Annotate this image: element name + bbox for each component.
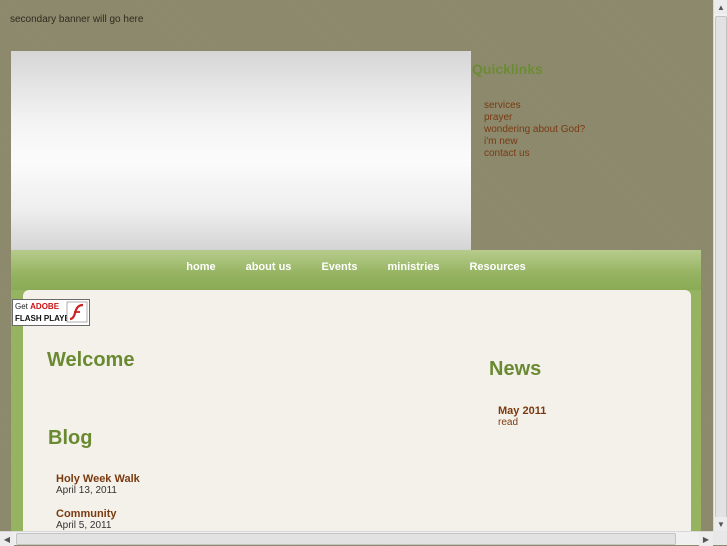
quicklink-contact-us[interactable]: contact us [484, 148, 585, 160]
quicklinks-list: services prayer wondering about God? i'm… [484, 100, 585, 160]
quicklink-im-new[interactable]: i'm new [484, 136, 585, 148]
news-read-link[interactable]: read [498, 417, 546, 429]
nav-events[interactable]: Events [321, 261, 357, 290]
horizontal-scroll-thumb[interactable] [16, 533, 676, 545]
nav-home[interactable]: home [186, 261, 215, 290]
news-item-title[interactable]: May 2011 [498, 405, 546, 417]
hero-banner-image [11, 51, 471, 250]
horizontal-scrollbar[interactable]: ◀ ▶ [0, 531, 713, 546]
flash-adobe-word: ADOBE [30, 302, 60, 311]
main-nav: home about us Events ministries Resource… [11, 250, 701, 290]
blog-post: Community April 5, 2011 [56, 508, 117, 531]
scroll-right-icon[interactable]: ▶ [699, 532, 713, 546]
quicklink-wondering-about-god[interactable]: wondering about God? [484, 124, 585, 136]
nav-about-us[interactable]: about us [246, 261, 292, 290]
nav-ministries[interactable]: ministries [388, 261, 440, 290]
blog-post-title[interactable]: Holy Week Walk [56, 473, 140, 485]
welcome-heading: Welcome [47, 349, 135, 371]
flash-logo-icon [66, 301, 88, 323]
get-flash-player-button[interactable]: Get ADOBE FLASH PLAYER [12, 299, 90, 326]
vertical-scroll-thumb[interactable] [715, 16, 727, 526]
flash-get-word: Get [15, 302, 28, 311]
blog-post-title[interactable]: Community [56, 508, 117, 520]
news-item: May 2011 read [498, 405, 546, 429]
flash-get-label: Get ADOBE [15, 302, 59, 311]
blog-post-date: April 5, 2011 [56, 520, 112, 531]
scroll-left-icon[interactable]: ◀ [0, 532, 14, 546]
blog-post: Holy Week Walk April 13, 2011 [56, 473, 140, 497]
quicklink-services[interactable]: services [484, 100, 585, 112]
quicklinks-title: Quicklinks [472, 61, 543, 77]
nav-resources[interactable]: Resources [469, 261, 525, 290]
scroll-down-icon[interactable]: ▼ [714, 517, 727, 531]
blog-heading: Blog [48, 427, 93, 449]
secondary-banner: secondary banner will go here [10, 14, 144, 25]
scroll-up-icon[interactable]: ▲ [714, 0, 727, 14]
blog-post-date: April 13, 2011 [56, 485, 117, 496]
page-viewport: secondary banner will go here Quicklinks… [0, 0, 713, 531]
news-heading: News [489, 358, 542, 380]
quicklink-prayer[interactable]: prayer [484, 112, 585, 124]
vertical-scrollbar[interactable]: ▲ ▼ [713, 0, 727, 531]
scrollbar-corner [713, 531, 727, 545]
